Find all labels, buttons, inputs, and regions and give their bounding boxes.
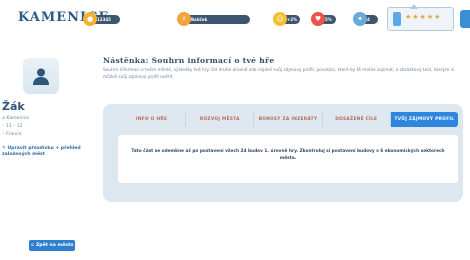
page-intro: Souhrn informací o tvém městě, výsledky … [103, 68, 455, 80]
dashboard-tabs: Info o hře Rozvoj města Bonusy za inzerá… [118, 112, 459, 127]
edit-profile-link[interactable]: ✎ Upravit přezdívku + přehled založených… [2, 146, 92, 158]
coins-counter[interactable]: ● 12345 [83, 12, 120, 26]
player-country: France [6, 132, 22, 137]
tab-game-info[interactable]: Info o hře [118, 112, 187, 127]
heart-counter[interactable]: ♥ 5% [311, 12, 336, 26]
award-icon: ✦ [353, 12, 367, 26]
coin-icon: ● [83, 12, 97, 26]
award-counter[interactable]: ✦ 4 [353, 12, 378, 26]
heart-value: 5% [325, 17, 332, 22]
tab-city-development[interactable]: Rozvoj města [186, 112, 255, 127]
top-bar: KAMENICE ● 12345 ⚡ Balíček ☺ +2% ♥ 5% ✦ … [0, 0, 470, 38]
player-role: Žák [2, 100, 25, 113]
energy-icon: ⚡ [177, 12, 191, 26]
user-icon [33, 68, 49, 85]
avatar [23, 58, 59, 94]
page-title: Nástěnka: Souhrn informací o tvé hře [103, 56, 275, 65]
heart-icon: ♥ [311, 12, 325, 26]
energy-value: Balíček [191, 17, 208, 22]
happiness-icon: ☺ [273, 12, 287, 26]
player-town: Kamenice [6, 116, 29, 121]
level-badge [393, 12, 401, 26]
tab-achieved-goals[interactable]: Dosažené cíle [322, 112, 391, 127]
happiness-value: +2% [287, 17, 298, 22]
tab-interest-profile[interactable]: Tvůj zájmový profil [390, 112, 459, 127]
tab-ad-bonuses[interactable]: Bonusy za inzeráty [254, 112, 323, 127]
menu-button[interactable] [460, 10, 470, 28]
level-pointer [410, 4, 418, 9]
level-box[interactable]: ★★★★★ [387, 4, 454, 31]
coins-value: 12345 [97, 17, 111, 22]
back-to-city-button[interactable]: < Zpět na město [29, 240, 75, 251]
energy-counter[interactable]: ⚡ Balíček [177, 12, 250, 26]
player-info: ⌂ Kamenice ◦ 11 - 12 ◦ France [2, 115, 29, 139]
level-stars: ★★★★★ [405, 13, 442, 21]
edit-profile-label: Upravit přezdívku + přehled založených m… [2, 146, 81, 157]
happiness-counter[interactable]: ☺ +2% [273, 12, 300, 26]
player-age: 11 - 12 [6, 124, 23, 129]
award-value: 4 [367, 17, 370, 22]
locked-message: Tato část se odemkne až po postavení vše… [131, 149, 445, 161]
